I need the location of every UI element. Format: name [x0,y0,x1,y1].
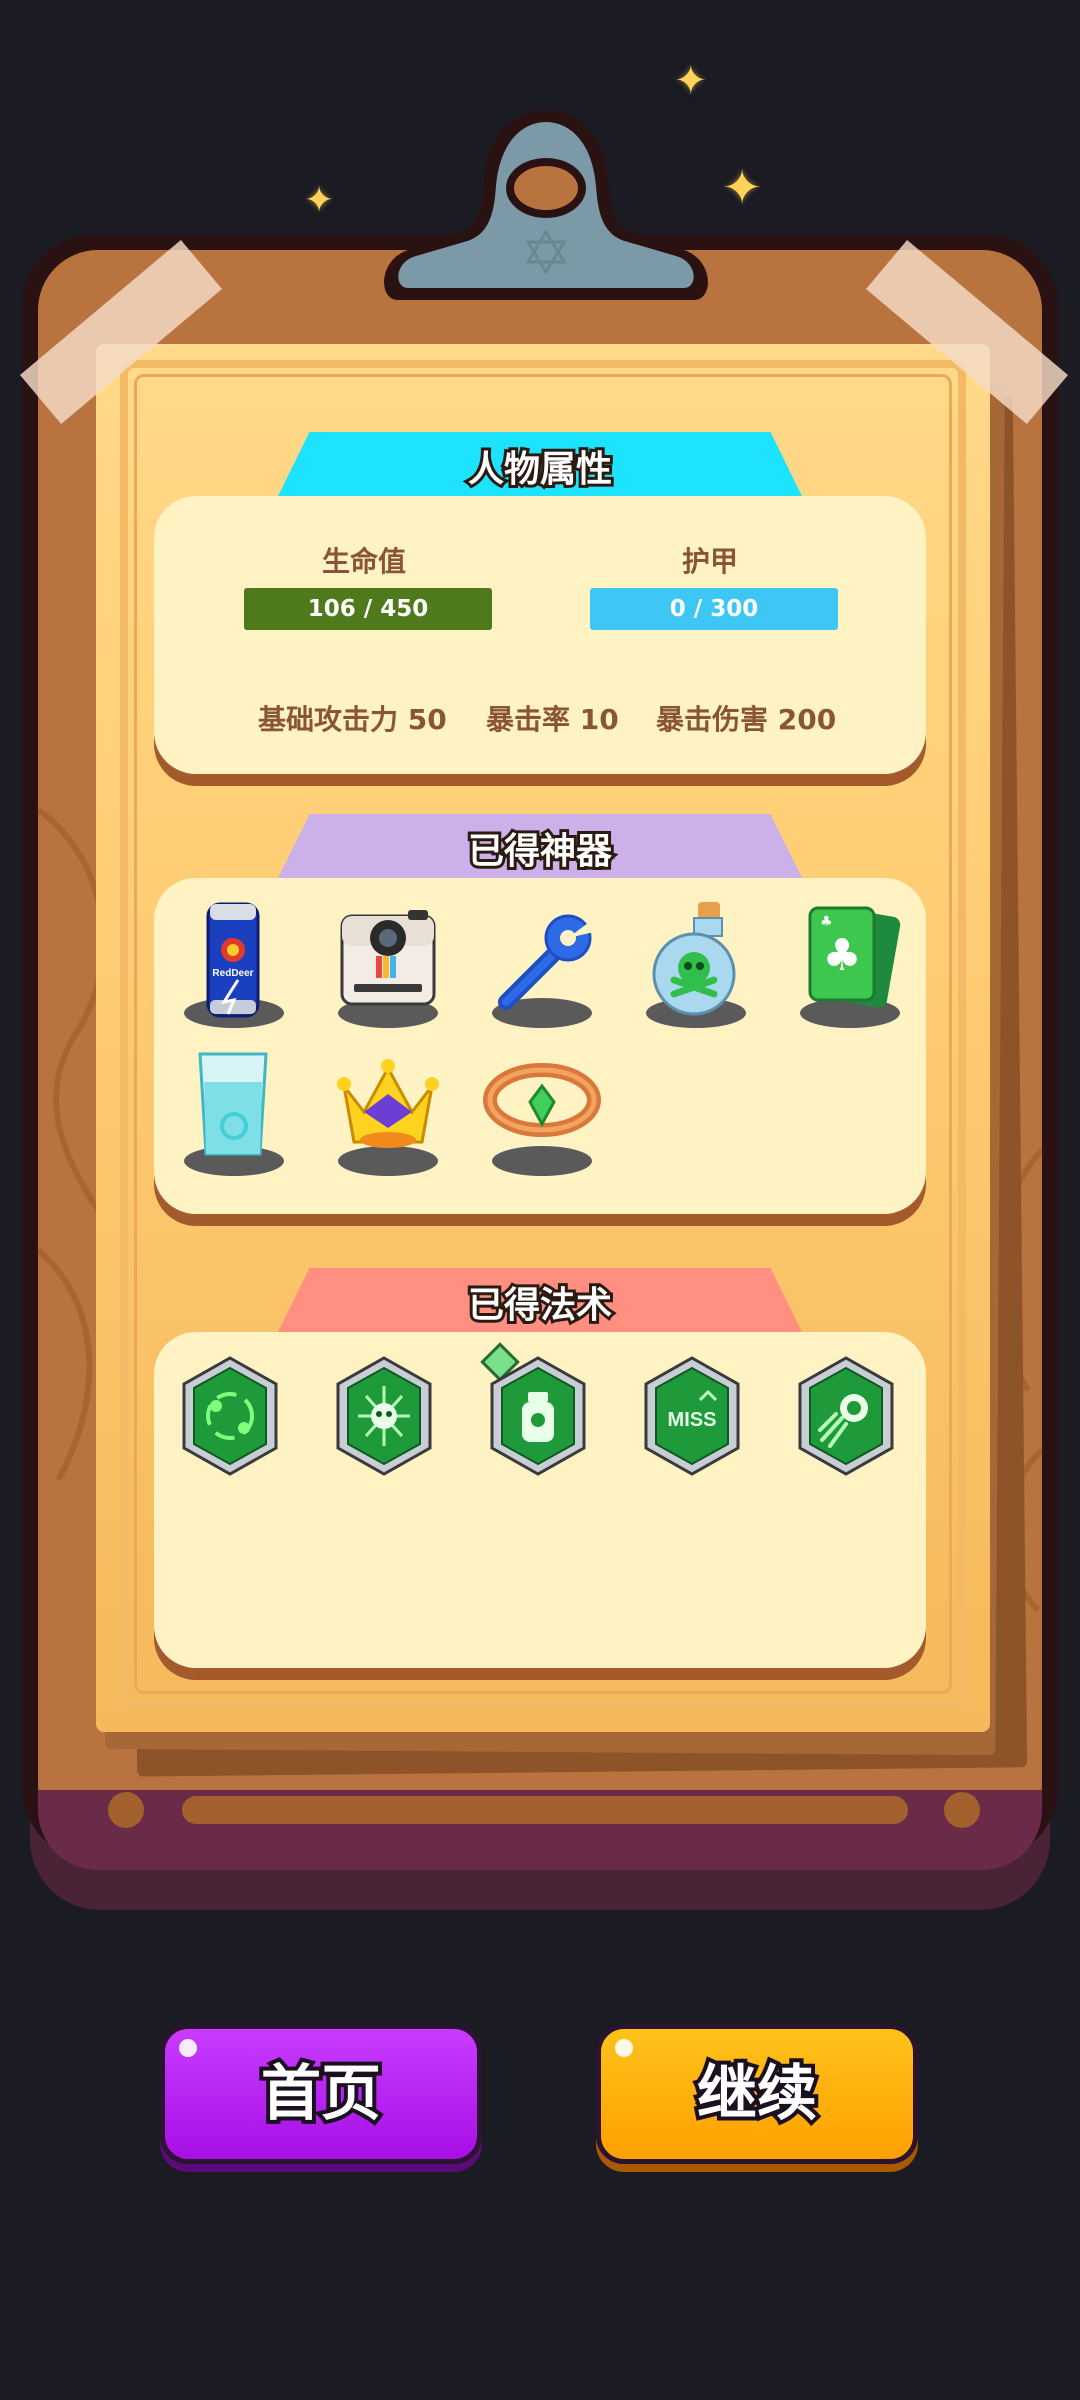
home-button-label: 首页 [257,2055,385,2133]
instant-camera-icon [340,910,436,1006]
hp-label: 生命值 [321,545,406,578]
stats-tab: 人物属性 [278,432,802,496]
artifact-wrench[interactable] [482,898,602,1028]
spells-panel: MISS [154,1332,926,1668]
miss-text: MISS [668,1409,717,1431]
artifact-instant-camera[interactable] [328,898,448,1028]
artifact-energy-drink[interactable]: RedDeer [174,898,294,1028]
poison-potion-icon [652,902,736,1016]
artifacts-panel: RedDeer ♣ ♣ [154,878,926,1214]
armor-bar: 0 / 300 [590,588,838,630]
spells-tab: 已得法术 [278,1268,802,1332]
emerald-ring-icon [483,1063,601,1137]
stats-panel: 生命值 护甲 106 / 450 0 / 300 基础攻击力 50 暴击率 10… [154,496,926,774]
continue-button[interactable]: 继续 [596,2024,918,2164]
screw-icon [944,1792,980,1828]
clipboard-clip [384,110,708,300]
sparkle-icon: ✦ [304,180,335,221]
svg-text:♣: ♣ [820,914,833,930]
svg-text:♣: ♣ [822,930,861,981]
continue-button-label: 继续 [693,2055,821,2133]
crit-damage-stat: 暴击伤害 200 [656,703,837,736]
base-attack-stat: 基础攻击力 50 [258,703,447,736]
artifact-golden-crown[interactable] [328,1046,448,1176]
crit-rate-stat: 暴击率 10 [486,703,619,736]
skull-burst-spell-icon[interactable] [336,1356,432,1476]
armor-label: 护甲 [681,545,738,578]
golden-crown-icon [337,1059,439,1148]
spells-title: 已得法术 [465,1282,615,1329]
clipboard-rail [182,1796,908,1824]
club-cards-icon: ♣ ♣ [808,906,901,1008]
armor-value: 0 / 300 [669,596,759,622]
artifacts-tab: 已得神器 [278,814,802,878]
artifact-poison-potion[interactable] [636,898,756,1028]
artifact-glass-of-water[interactable] [174,1046,294,1176]
sparkle-icon: ✦ [674,58,708,104]
wrench-icon [498,914,594,1010]
artifact-emerald-ring[interactable] [482,1046,602,1176]
miss-spell-icon[interactable]: MISS [644,1356,740,1476]
stats-title: 人物属性 [465,446,615,493]
artifacts-title: 已得神器 [465,828,615,875]
orbit-spell-icon[interactable] [182,1356,278,1476]
screw-icon [108,1792,144,1828]
hp-bar: 106 / 450 [244,588,492,630]
can-label: RedDeer [212,968,253,979]
energy-drink-can-icon: RedDeer [206,902,260,1018]
sparkle-icon: ✦ [722,160,763,216]
hp-value: 106 / 450 [307,596,429,622]
glass-of-water-icon [198,1052,268,1156]
artifact-club-cards[interactable]: ♣ ♣ [790,898,910,1028]
poison-bottle-spell-icon[interactable] [490,1356,586,1476]
home-button[interactable]: 首页 [160,2024,482,2164]
comet-spell-icon[interactable] [798,1356,894,1476]
